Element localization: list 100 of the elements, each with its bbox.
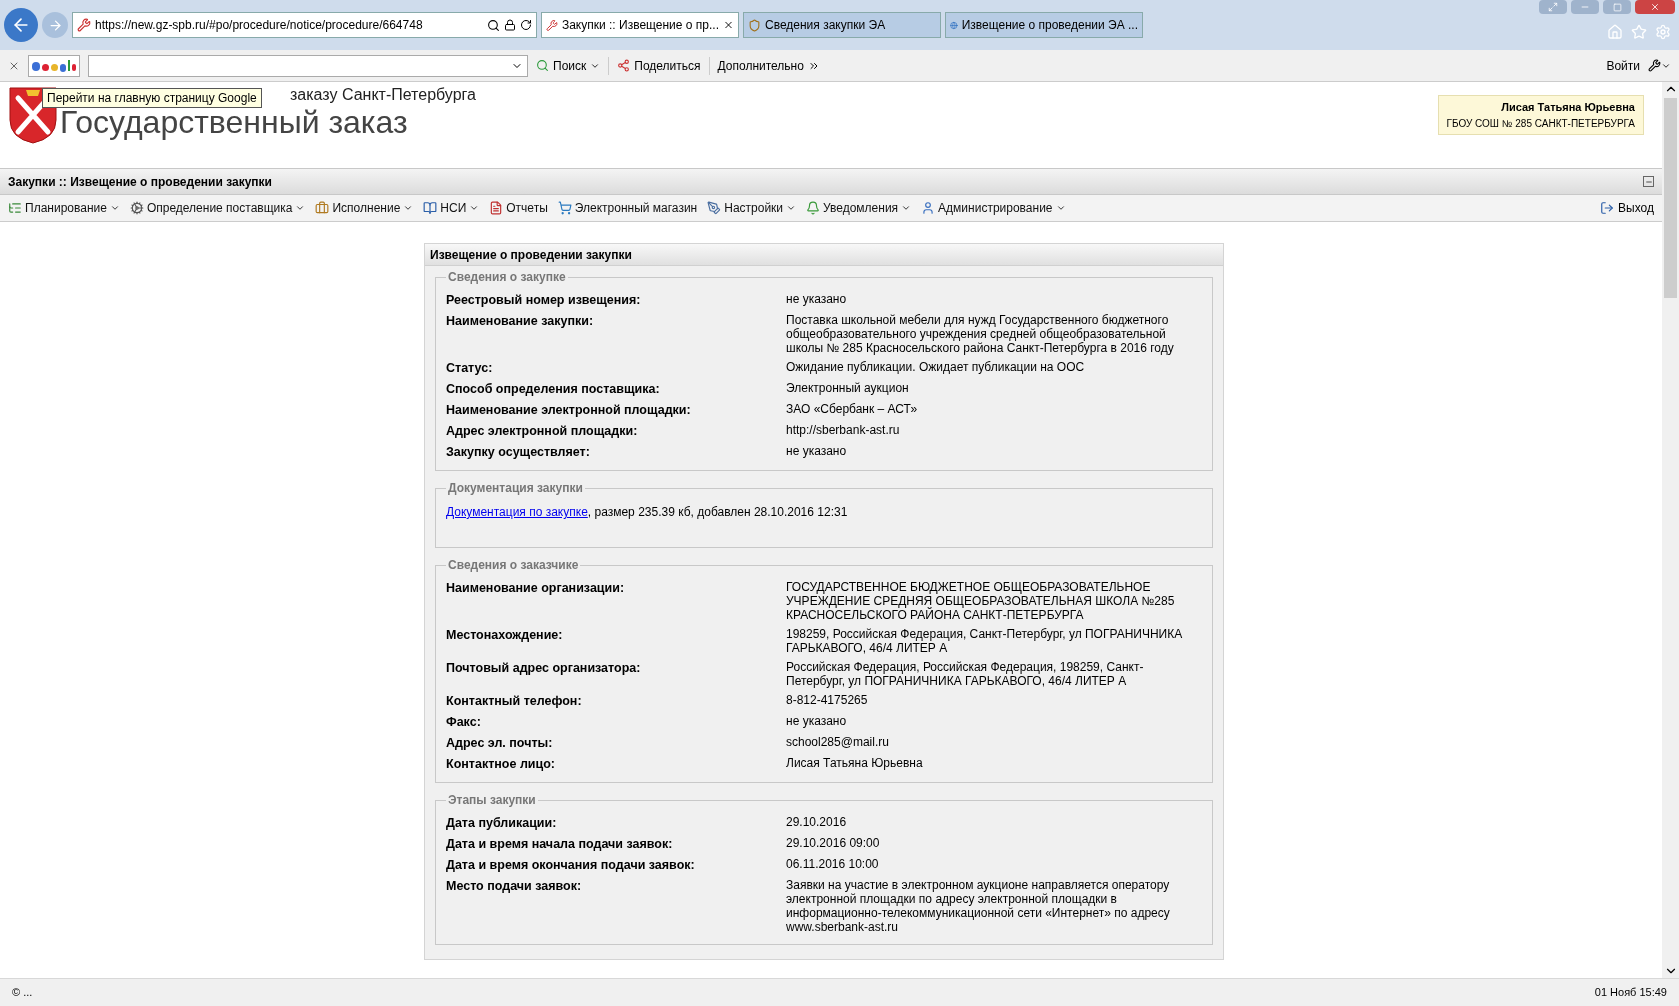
tooltip: Перейти на главную страницу Google (42, 88, 262, 108)
menu-icon (921, 201, 936, 215)
menu-icon (806, 201, 821, 215)
close-icon[interactable] (1635, 0, 1675, 14)
field-value: Поставка школьной мебели для нужд Государственного бюджетного общеобразовательного учреждения средней общеобразовательной школы № 285 Красносельского района Санкт-Петербурга в 2016 году (786, 313, 1175, 355)
google-logo (28, 54, 80, 77)
field-label: Почтовый адрес организатора: (446, 660, 642, 677)
status-text: © ... (12, 985, 33, 1001)
scrollbar-thumb[interactable] (1664, 98, 1677, 298)
menu-item[interactable]: Электронный магазин (557, 199, 698, 217)
field-label: Реестровый номер извещения: (446, 292, 642, 308)
field-label: Адрес эл. почты: (446, 735, 554, 751)
document-info: , размер 235.39 кб, добавлен 28.10.2016 12:31 (587, 504, 848, 521)
status-clock: 01 Нояб 15:49 (1594, 985, 1667, 1001)
menu-icon (423, 201, 438, 215)
menu-item[interactable]: Определение поставщика (129, 199, 306, 217)
section-title: Сведения о закупке (447, 269, 567, 286)
expand-icon (1548, 2, 1558, 12)
address-bar[interactable]: https://new.gz-spb.ru/#po/procedure/notice/procedure/664748 (72, 12, 537, 38)
menu-icon (315, 201, 330, 215)
field-value: 29.10.2016 (786, 815, 848, 831)
share-button[interactable]: Поделиться (608, 56, 701, 75)
field-value: school285@mail.ru (786, 735, 890, 751)
share-icon (617, 59, 631, 72)
field-value: ЗАО «Сбербанк – АСТ» (786, 402, 919, 418)
user-name: Лисая Татьяна Юрьевна (1501, 100, 1635, 115)
sign-in-button[interactable]: Войти (1606, 56, 1640, 75)
back-button[interactable] (4, 8, 38, 42)
documentation-link[interactable]: Документация по закупке (446, 503, 588, 521)
google-search-field[interactable] (88, 54, 528, 77)
field-label: Наименование закупки: (446, 313, 595, 330)
more-button[interactable]: Дополнительно (708, 56, 820, 75)
field-value: Ожидание публикации. Ожидает публикации на ООС (786, 360, 1086, 376)
field-value: Лисая Татьяна Юрьевна (786, 756, 924, 772)
field-value: ГОСУДАРСТВЕННОЕ БЮДЖЕТНОЕ ОБЩЕОБРАЗОВАТЕЛЬНОЕ УЧРЕЖДЕНИЕ СРЕДНЯЯ ОБЩЕОБРАЗОВАТЕЛЬНАЯ ШКОЛА №285 КРАСНОСЕЛЬСКОГО РАЙОНА САНКТ-ПЕТЕРБУРГА (786, 580, 1176, 622)
field-value: не указано (786, 444, 848, 460)
field-value: 198259, Российская Федерация, Санкт-Петербург, ул ПОГРАНИЧНИКА ГАРЬКАВОГО, 46/4 ЛИТЕР А (786, 627, 1184, 655)
menu-item[interactable]: Отчеты (489, 199, 548, 217)
menu-item[interactable]: Планирование (8, 199, 120, 217)
logout-button[interactable]: Выход (1600, 199, 1654, 217)
section-title: Сведения о заказчике (447, 557, 580, 574)
committee-subtitle: заказу Санкт-Петербурга (290, 86, 476, 104)
field-label: Место подачи заявок: (446, 878, 583, 895)
user-organization: ГБОУ СОШ № 285 САНКТ-ПЕТЕРБУРГА (1446, 116, 1635, 131)
menu-item[interactable]: Настройки (707, 199, 797, 217)
section-title: Этапы закупки (447, 792, 537, 809)
shield-icon (748, 18, 761, 32)
field-value: Российская Федерация, Российская Федерация, 198259, Санкт-Петербург, ул ПОГРАНИЧНИКА ГАРЬКАВОГО, 46/4 ЛИТЕР А (786, 660, 1145, 688)
field-value: не указано (786, 714, 848, 730)
field-label: Адрес электронной площадки: (446, 423, 639, 439)
vertical-scrollbar[interactable] (1662, 82, 1679, 978)
page-title: Закупки :: Извещение о проведении закупки (8, 173, 273, 191)
address-text: https://new.gz-spb.ru/#po/procedure/notice/procedure/664748 (95, 17, 424, 34)
field-value: 29.10.2016 09:00 (786, 836, 881, 852)
search-icon[interactable] (487, 18, 500, 32)
field-value: не указано (786, 292, 848, 308)
browser-tab[interactable]: Извещение о проведении ЭА ... (945, 12, 1143, 38)
wrench-icon (1648, 59, 1661, 72)
menu-item[interactable]: Администрирование (921, 199, 1066, 217)
wrench-menu-button[interactable] (1648, 59, 1671, 72)
field-label: Местонахождение: (446, 627, 564, 644)
menu-item[interactable]: Исполнение (315, 199, 414, 217)
field-label: Наименование организации: (446, 580, 626, 597)
arrow-right-icon (47, 17, 63, 33)
field-label: Контактный телефон: (446, 693, 583, 709)
refresh-icon[interactable] (520, 19, 532, 31)
field-label: Контактное лицо: (446, 756, 556, 772)
menu-icon (489, 201, 504, 215)
menu-icon (8, 201, 22, 215)
field-value: Электронный аукцион (786, 381, 910, 397)
lock-icon (504, 19, 516, 31)
collapse-icon[interactable] (1643, 176, 1654, 187)
menu-icon (707, 201, 722, 215)
forward-button[interactable] (42, 12, 68, 38)
menu-icon (129, 201, 144, 215)
square-icon (1612, 2, 1622, 12)
section-title: Документация закупки (447, 480, 584, 497)
field-label: Дата публикации: (446, 815, 558, 831)
field-label: Дата и время окончания подачи заявок: (446, 857, 696, 873)
field-label: Дата и время начала подачи заявок: (446, 836, 674, 852)
tab-label: Извещение о проведении ЭА ... (961, 17, 1138, 34)
field-label: Факс: (446, 714, 482, 730)
menu-item[interactable]: Уведомления (806, 199, 912, 217)
field-label: Статус: (446, 360, 494, 376)
browser-tab[interactable]: Закупки :: Извещение о пр... (541, 12, 739, 38)
browser-tab[interactable]: Сведения закупки ЭА (743, 12, 941, 38)
wrench-icon (546, 18, 558, 32)
logout-icon (1600, 201, 1615, 215)
field-label: Способ определения поставщика: (446, 381, 661, 397)
field-value: Заявки на участие в электронном аукционе направляется оператору электронной площадки по адресу электронной площадки в информационно-телекоммуникационной сети «Интернет» по адресу www.sberbank-ast.ru (786, 878, 1171, 934)
site-icon (77, 18, 91, 32)
menu-item[interactable]: НСИ (423, 199, 480, 217)
x-icon (1650, 2, 1660, 12)
search-icon (536, 59, 549, 72)
field-value: 8-812-4175265 (786, 693, 869, 709)
field-value: http://sberbank-ast.ru (786, 423, 901, 439)
field-label: Наименование электронной площадки: (446, 402, 692, 418)
tab-label: Сведения закупки ЭА (765, 17, 887, 34)
search-button[interactable]: Поиск (536, 56, 601, 75)
close-tab-icon[interactable] (723, 19, 734, 31)
